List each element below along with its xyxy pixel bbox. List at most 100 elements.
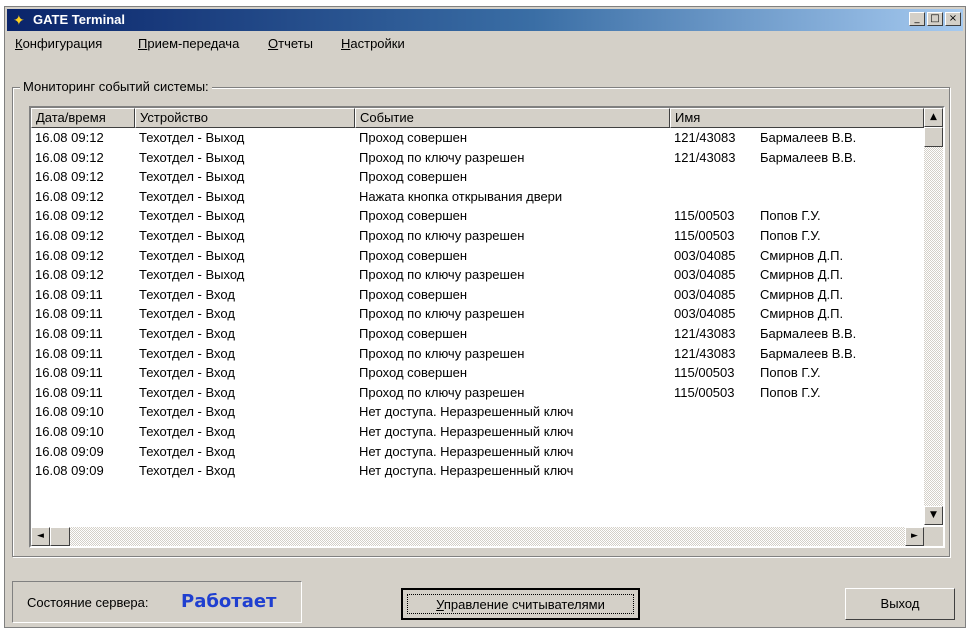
row-datetime: 16.08 09:12 [35, 247, 104, 263]
table-row[interactable]: 16.08 09:09 Техотдел - Вход Нет доступа. Н… [31, 461, 924, 480]
maximize-button[interactable]: □ [927, 12, 943, 26]
row-key-id: 003/04085 [674, 306, 736, 322]
row-datetime: 16.08 09:12 [35, 267, 104, 283]
scroll-right-icon[interactable]: ► [905, 527, 924, 546]
table-row[interactable]: 16.08 09:10 Техотдел - Вход Нет доступа. Н… [31, 422, 924, 441]
server-status-value: Работает [181, 591, 277, 612]
vertical-scrollbar[interactable]: ▲ ▼ [924, 108, 943, 525]
table-row[interactable]: 16.08 09:11 Техотдел - Вход Проход по ключ… [31, 344, 924, 363]
row-person-name: Бармалеев В.В. [760, 149, 857, 165]
row-device: Техотдел - Вход [139, 424, 235, 439]
table-row[interactable]: 16.08 09:12 Техотдел - Выход Проход по клю… [31, 226, 924, 245]
row-key-id: 121/43083 [674, 149, 736, 165]
manage-readers-button[interactable]: Управление считывателями [401, 588, 640, 620]
row-device: Техотдел - Вход [139, 384, 235, 400]
row-event: Проход по ключу разрешен [359, 228, 525, 243]
minimize-button[interactable]: _ [909, 12, 925, 26]
row-datetime: 16.08 09:12 [35, 208, 104, 224]
row-event: Проход совершен [359, 208, 468, 224]
row-device: Техотдел - Вход [139, 443, 235, 459]
manage-readers-label: Управление считывателями [407, 594, 634, 614]
row-datetime: 16.08 09:12 [35, 169, 104, 185]
row-event: Нет доступа. Неразрешенный ключ [359, 443, 574, 459]
column-name[interactable]: Имя [670, 108, 924, 128]
row-datetime: 16.08 09:10 [35, 404, 104, 420]
row-event: Нет доступа. Неразрешенный ключ [359, 404, 574, 420]
event-list[interactable]: Дата/время Устройство Событие Имя 16.08 … [29, 106, 945, 548]
vertical-scroll-thumb[interactable] [924, 127, 943, 147]
row-device: Техотдел - Вход [139, 365, 235, 381]
row-device: Техотдел - Вход [139, 463, 235, 479]
table-row[interactable]: 16.08 09:11 Техотдел - Вход Проход соверше… [31, 285, 924, 304]
row-event: Нажата кнопка открывания двери [359, 188, 563, 204]
row-person-name: Попов Г.У. [760, 384, 821, 400]
table-row[interactable]: 16.08 09:11 Техотдел - Вход Проход соверше… [31, 363, 924, 382]
row-event: Проход по ключу разрешен [359, 149, 525, 165]
row-device: Техотдел - Вход [139, 326, 235, 341]
row-datetime: 16.08 09:11 [35, 345, 103, 361]
column-device[interactable]: Устройство [135, 108, 355, 128]
menu-settings[interactable]: Настройки [341, 36, 405, 51]
row-event: Проход совершен [359, 286, 468, 302]
row-device: Техотдел - Вход [139, 286, 235, 302]
scroll-down-icon[interactable]: ▼ [924, 506, 943, 525]
table-row[interactable]: 16.08 09:10 Техотдел - Вход Нет доступа. Н… [31, 402, 924, 421]
table-row[interactable]: 16.08 09:12 Техотдел - Выход Нажата кнопка… [31, 187, 924, 206]
row-event: Проход совершен [359, 169, 468, 185]
menu-transfer[interactable]: Прием-передача [138, 36, 239, 51]
table-row[interactable]: 16.08 09:12 Техотдел - Выход Проход соверш… [31, 128, 924, 147]
column-event[interactable]: Событие [355, 108, 670, 128]
title-bar[interactable]: ✦ GATE Terminal _ □ × [7, 9, 963, 31]
table-row[interactable]: 16.08 09:12 Техотдел - Выход Проход соверш… [31, 167, 924, 186]
row-person-name: Бармалеев В.В. [760, 326, 857, 341]
row-event: Проход по ключу разрешен [359, 306, 525, 322]
row-datetime: 16.08 09:11 [35, 326, 103, 341]
exit-button[interactable]: Выход [845, 588, 955, 620]
row-event: Проход по ключу разрешен [359, 345, 525, 361]
table-row[interactable]: 16.08 09:11 Техотдел - Вход Проход соверше… [31, 324, 924, 343]
row-key-id: 121/43083 [674, 345, 736, 361]
close-button[interactable]: × [945, 12, 961, 26]
server-status-label: Состояние сервера: [27, 595, 149, 610]
menu-reports[interactable]: Отчеты [268, 36, 313, 51]
horizontal-scroll-thumb[interactable] [50, 527, 70, 546]
row-datetime: 16.08 09:12 [35, 130, 104, 145]
row-person-name: Попов Г.У. [760, 208, 821, 224]
table-row[interactable]: 16.08 09:12 Техотдел - Выход Проход соверш… [31, 206, 924, 225]
row-event: Проход совершен [359, 130, 468, 145]
row-datetime: 16.08 09:12 [35, 149, 104, 165]
row-device: Техотдел - Вход [139, 404, 235, 420]
row-device: Техотдел - Выход [139, 130, 245, 145]
table-row[interactable]: 16.08 09:11 Техотдел - Вход Проход по ключ… [31, 383, 924, 402]
row-datetime: 16.08 09:11 [35, 365, 103, 381]
row-device: Техотдел - Выход [139, 228, 245, 243]
row-key-id: 115/00503 [674, 384, 735, 400]
row-person-name: Смирнов Д.П. [760, 247, 844, 263]
table-row[interactable]: 16.08 09:09 Техотдел - Вход Нет доступа. Н… [31, 442, 924, 461]
scroll-up-icon[interactable]: ▲ [924, 108, 943, 127]
column-datetime[interactable]: Дата/время [31, 108, 135, 128]
server-status-panel: Состояние сервера: Работает [12, 581, 302, 623]
menu-configuration[interactable]: Конфигурация [15, 36, 102, 51]
table-row[interactable]: 16.08 09:12 Техотдел - Выход Проход по клю… [31, 148, 924, 167]
row-key-id: 003/04085 [674, 247, 736, 263]
horizontal-scrollbar[interactable]: ◄ ► [31, 527, 924, 546]
menu-bar: Конфигурация Прием-передача Отчеты Настр… [7, 33, 963, 55]
row-person-name: Попов Г.У. [760, 228, 821, 243]
row-device: Техотдел - Вход [139, 345, 235, 361]
row-event: Нет доступа. Неразрешенный ключ [359, 424, 574, 439]
event-monitor-label: Мониторинг событий системы: [20, 79, 212, 94]
row-person-name: Смирнов Д.П. [760, 306, 844, 322]
table-row[interactable]: 16.08 09:11 Техотдел - Вход Проход по ключ… [31, 304, 924, 323]
row-device: Техотдел - Выход [139, 149, 245, 165]
row-datetime: 16.08 09:11 [35, 286, 103, 302]
table-row[interactable]: 16.08 09:12 Техотдел - Выход Проход соверш… [31, 246, 924, 265]
scroll-left-icon[interactable]: ◄ [31, 527, 50, 546]
row-key-id: 115/00503 [674, 365, 735, 381]
row-person-name: Попов Г.У. [760, 365, 821, 381]
gate-app-icon: ✦ [13, 12, 25, 28]
row-device: Техотдел - Выход [139, 247, 245, 263]
table-row[interactable]: 16.08 09:12 Техотдел - Выход Проход по клю… [31, 265, 924, 284]
row-device: Техотдел - Вход [139, 306, 235, 322]
row-key-id: 121/43083 [674, 326, 736, 341]
